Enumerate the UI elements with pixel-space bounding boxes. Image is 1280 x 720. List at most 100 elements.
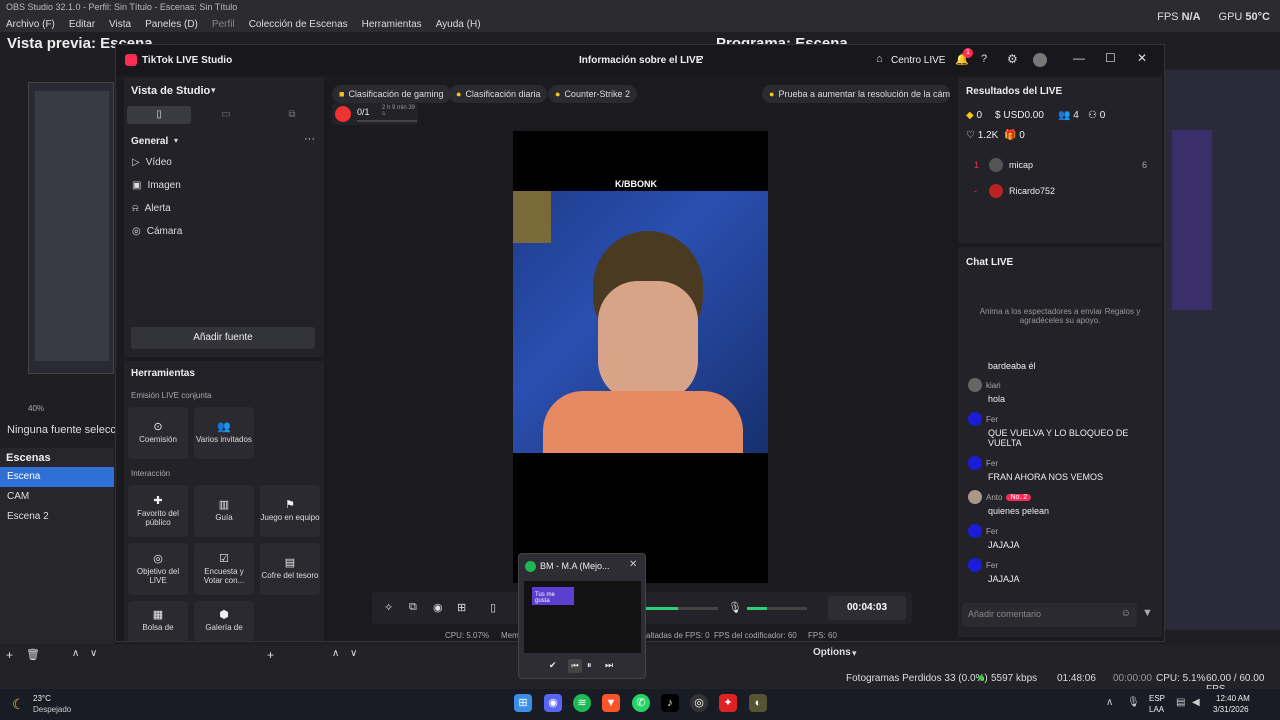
options-button[interactable]: Options bbox=[813, 647, 851, 658]
menu-vista[interactable]: Vista bbox=[109, 19, 131, 30]
scene-item-escena[interactable]: Escena bbox=[0, 467, 114, 487]
more-icon[interactable]: ··· bbox=[304, 133, 315, 145]
help-icon[interactable]: ? bbox=[981, 53, 987, 65]
gallery-button[interactable]: ⬢ Galería de bbox=[194, 601, 254, 641]
chat-user[interactable]: Fer bbox=[986, 527, 998, 536]
resolution-tip[interactable]: ● Prueba a aumentar la resolución de la c… bbox=[762, 85, 950, 103]
general-group[interactable]: General bbox=[131, 136, 168, 147]
chat-user[interactable]: kiari bbox=[986, 381, 1001, 390]
steam-icon[interactable]: ◎ bbox=[690, 694, 708, 712]
add-scene-icon[interactable]: + bbox=[6, 648, 13, 662]
brave-icon[interactable]: ▼ bbox=[602, 694, 620, 712]
volume-icon[interactable]: ◀ bbox=[1192, 697, 1200, 708]
menu-archivo[interactable]: Archivo (F) bbox=[6, 19, 55, 30]
emoji-icon[interactable]: ☺ bbox=[1121, 608, 1131, 619]
menu-coleccion[interactable]: Colección de Escenas bbox=[249, 19, 348, 30]
share-icon[interactable]: ↗ bbox=[696, 54, 704, 65]
lang-layout[interactable]: LAA bbox=[1149, 705, 1164, 714]
source-alert[interactable]: ⍾ Alerta bbox=[132, 203, 171, 214]
move-down-icon[interactable]: ∨ bbox=[90, 648, 97, 659]
centro-live-button[interactable]: Centro LIVE bbox=[891, 55, 945, 66]
bag-button[interactable]: ▦ Bolsa de bbox=[128, 601, 188, 641]
obs-taskbar-icon[interactable]: ◐ bbox=[749, 694, 767, 712]
menu-ayuda[interactable]: Ayuda (H) bbox=[436, 19, 481, 30]
spotify-taskbar-icon[interactable]: ≋ bbox=[573, 694, 591, 712]
live-goal-button[interactable]: ◎ Objetivo del LIVE bbox=[128, 543, 188, 595]
clock-time[interactable]: 12:40 AM bbox=[1216, 694, 1250, 703]
chat-user[interactable]: Fer bbox=[986, 561, 998, 570]
remove-scene-icon[interactable]: 🗑 bbox=[26, 648, 40, 661]
live-goal-widget[interactable]: 0/1 2 h 9 min 39 s bbox=[332, 103, 418, 125]
add-media-icon[interactable]: ⊞ bbox=[457, 601, 466, 614]
source-image[interactable]: ▣ Imagen bbox=[132, 180, 181, 191]
pause-icon[interactable]: ⏸ bbox=[587, 660, 592, 671]
guide-button[interactable]: ▥ Guía bbox=[194, 485, 254, 537]
speaker-level-track[interactable] bbox=[678, 607, 718, 610]
portrait-mode-tab[interactable]: ▯ bbox=[127, 106, 191, 124]
ranking-name[interactable]: micap bbox=[1009, 160, 1033, 170]
live-info-title[interactable]: Información sobre el LIVE bbox=[579, 55, 702, 66]
landscape-mode-tab[interactable]: ▭ bbox=[194, 106, 258, 124]
daily-ranking-chip[interactable]: ● Clasificación diaria bbox=[449, 85, 548, 103]
menu-editar[interactable]: Editar bbox=[69, 19, 95, 30]
gear-icon[interactable]: ⚙ bbox=[1007, 52, 1018, 66]
next-icon[interactable]: ⏭ bbox=[605, 660, 613, 671]
video-canvas[interactable]: K/BBONK bbox=[513, 131, 768, 583]
windows-start-icon[interactable]: ⊞ bbox=[514, 694, 532, 712]
phone-icon[interactable]: ▯ bbox=[490, 601, 496, 614]
menu-perfil[interactable]: Perfil bbox=[212, 19, 235, 30]
close-icon[interactable]: ✕ bbox=[629, 559, 637, 570]
poll-button[interactable]: ☑ Encuesta y Votar con... bbox=[194, 543, 254, 595]
scene-item-escena-2[interactable]: Escena 2 bbox=[0, 507, 114, 527]
filter-icon[interactable]: ▼ bbox=[1142, 607, 1153, 619]
effects-icon[interactable]: ⧉ bbox=[409, 601, 417, 614]
gaming-ranking-chip[interactable]: ■ Clasificación de gaming bbox=[332, 85, 451, 103]
tray-chevron-icon[interactable]: ∧ bbox=[1106, 697, 1113, 708]
source-down-icon[interactable]: ∨ bbox=[350, 648, 357, 659]
mic-level-track[interactable] bbox=[767, 607, 807, 610]
flame-icon: ● bbox=[456, 89, 462, 99]
spotify-icon bbox=[525, 561, 536, 572]
clock-date[interactable]: 3/31/2026 bbox=[1213, 705, 1249, 714]
menu-herramientas[interactable]: Herramientas bbox=[362, 19, 422, 30]
ranking-name[interactable]: Ricardo752 bbox=[1009, 186, 1055, 196]
game-chip[interactable]: ● Counter-Strike 2 bbox=[548, 85, 637, 103]
avatar[interactable] bbox=[1033, 53, 1047, 67]
chat-user[interactable]: Anto bbox=[986, 493, 1002, 502]
maximize-icon[interactable]: ☐ bbox=[1105, 51, 1116, 65]
app-icon[interactable]: ✦ bbox=[719, 694, 737, 712]
audience-favorite-button[interactable]: ✚ Favorito del público bbox=[128, 485, 188, 537]
chat-user[interactable]: Fer bbox=[986, 459, 998, 468]
magic-icon[interactable]: ✧ bbox=[384, 601, 393, 614]
source-up-icon[interactable]: ∧ bbox=[332, 648, 339, 659]
mic-icon[interactable]: 🎙 bbox=[728, 601, 742, 614]
source-video[interactable]: ▷ Vídeo bbox=[132, 157, 172, 168]
lang-indicator[interactable]: ESP bbox=[1149, 694, 1165, 703]
add-source-button[interactable]: Añadir fuente bbox=[131, 327, 315, 349]
scene-item-cam[interactable]: CAM bbox=[0, 487, 114, 507]
move-up-icon[interactable]: ∧ bbox=[72, 648, 79, 659]
obs-preview-canvas[interactable] bbox=[28, 82, 114, 374]
menu-paneles[interactable]: Paneles (D) bbox=[145, 19, 198, 30]
chat-user[interactable]: Fer bbox=[986, 415, 998, 424]
network-icon[interactable]: ▤ bbox=[1176, 697, 1185, 708]
add-source-icon[interactable]: + bbox=[267, 648, 274, 662]
coemission-button[interactable]: ⊙ Coemisión bbox=[128, 407, 188, 459]
treasure-chest-button[interactable]: ▤ Cofre del tesoro bbox=[260, 543, 320, 595]
discord-icon[interactable]: ◉ bbox=[544, 694, 562, 712]
minimize-icon[interactable]: — bbox=[1073, 51, 1085, 65]
view-mode-selector[interactable]: Vista de Studio bbox=[131, 85, 210, 97]
close-icon[interactable]: ✕ bbox=[1137, 51, 1147, 65]
team-game-button[interactable]: ⚑ Juego en equipo bbox=[260, 485, 320, 537]
comment-input[interactable]: Añadir comentario ☺ bbox=[962, 603, 1137, 627]
check-icon[interactable]: ✔ bbox=[549, 660, 557, 671]
ai-icon[interactable]: ◉ bbox=[433, 601, 443, 614]
dual-mode-tab[interactable]: ⧉ bbox=[260, 106, 324, 124]
tiktok-taskbar-icon[interactable]: ♪ bbox=[661, 694, 679, 712]
whatsapp-icon[interactable]: ✆ bbox=[632, 694, 650, 712]
mic-icon[interactable]: 🎙 bbox=[1127, 697, 1140, 708]
source-camera[interactable]: ◎ Cámara bbox=[132, 226, 182, 237]
previous-icon[interactable]: ⏮ bbox=[568, 659, 582, 673]
rank-number: - bbox=[974, 186, 977, 196]
multi-guest-button[interactable]: 👥 Varios invitados bbox=[194, 407, 254, 459]
